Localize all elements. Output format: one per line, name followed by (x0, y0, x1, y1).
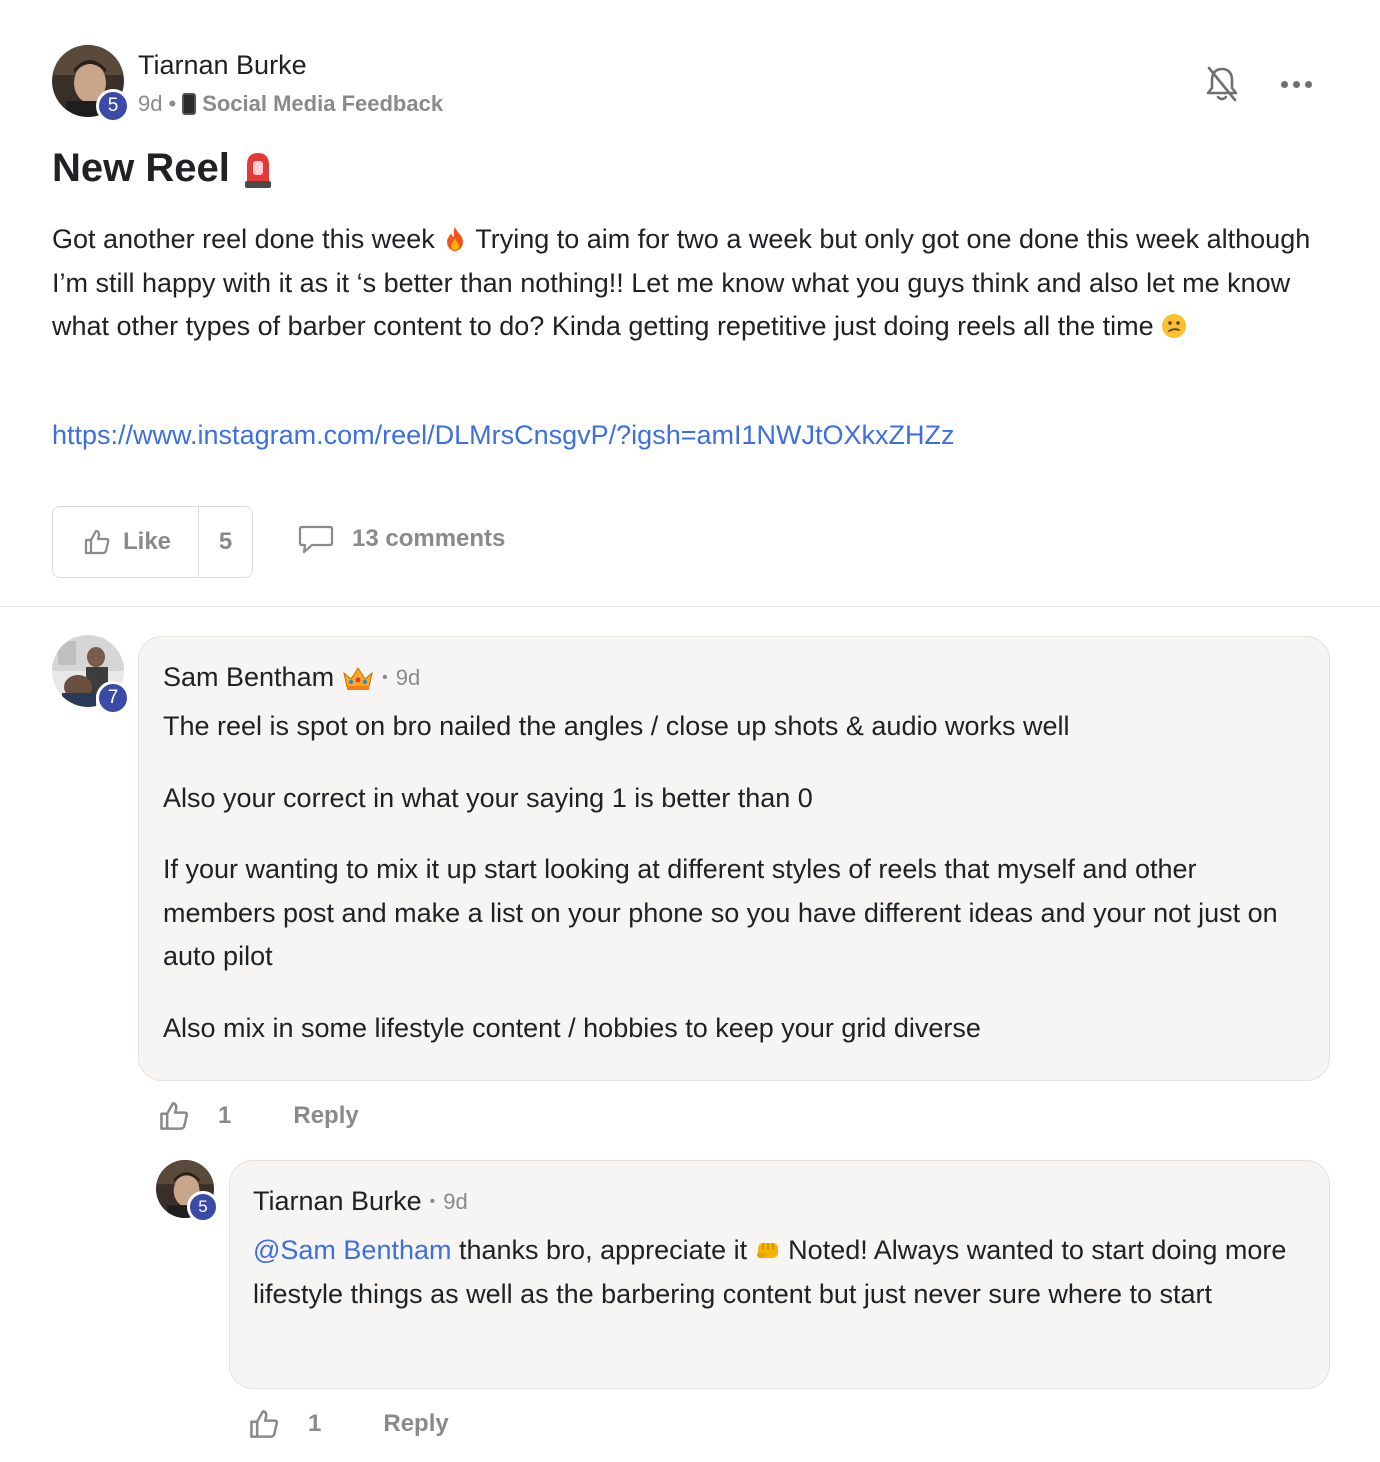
thumbs-up-icon[interactable] (158, 1100, 190, 1132)
post-title-text: New Reel (52, 146, 230, 190)
comments-count-label: 13 comments (352, 525, 506, 552)
confused-face-emoji (1162, 314, 1187, 338)
reply-button[interactable]: Reply (383, 1410, 448, 1438)
like-button[interactable]: Like (53, 507, 199, 577)
comment-header: Sam Bentham • 9d (163, 662, 420, 693)
reply-text: @Sam Bentham thanks bro, appreciate it N… (253, 1229, 1313, 1316)
crown-emoji (343, 666, 373, 690)
reply-like-count: 1 (308, 1410, 322, 1437)
post-body: Got another reel done this week Trying t… (52, 218, 1322, 349)
instagram-link[interactable]: https://www.instagram.com/reel/DLMrsCnsg… (52, 420, 954, 451)
comment-author[interactable]: Sam Bentham (163, 662, 334, 693)
post-author-name[interactable]: Tiarnan Burke (138, 50, 307, 81)
post-divider (0, 606, 1380, 607)
post-age: 9d (138, 91, 163, 116)
comment-paragraph: Also your correct in what your saying 1 … (163, 782, 813, 813)
police-light-emoji (244, 152, 271, 188)
reply-text-part: thanks bro, appreciate it (451, 1235, 755, 1265)
like-label: Like (123, 528, 172, 555)
author-level-badge: 5 (96, 89, 130, 123)
post-meta: 9d • Social Media Feedback (138, 91, 443, 117)
bell-off-icon[interactable] (1204, 64, 1240, 104)
speech-bubble-icon (298, 525, 334, 554)
comment-age: 9d (395, 664, 421, 690)
reply-button[interactable]: Reply (293, 1102, 358, 1130)
reply-header: Tiarnan Burke • 9d (253, 1186, 468, 1217)
comment-paragraph: Also mix in some lifestyle content / hob… (163, 1012, 981, 1043)
thumbs-up-icon (84, 529, 110, 555)
mobile-phone-icon (182, 93, 197, 115)
comment-paragraph: If your wanting to mix it up start looki… (163, 854, 1278, 971)
reply-actions: 1 Reply (248, 1408, 449, 1440)
like-box: Like 5 (52, 506, 253, 578)
commenter-level-badge: 7 (96, 681, 130, 715)
reply-author-level-badge: 5 (187, 1191, 219, 1223)
more-horizontal-icon[interactable] (1276, 70, 1316, 98)
comment-text: The reel is spot on bro nailed the angle… (163, 705, 1303, 1050)
thumbs-up-icon[interactable] (248, 1408, 280, 1440)
reply-author[interactable]: Tiarnan Burke (253, 1186, 422, 1217)
comments-button[interactable]: 13 comments (298, 523, 505, 555)
mention-link[interactable]: @Sam Bentham (253, 1235, 452, 1265)
meta-separator: • (168, 91, 177, 116)
comment-like-count: 1 (218, 1102, 232, 1129)
oncoming-fist-emoji (756, 1243, 778, 1258)
post-body-text: Got another reel done this week (52, 224, 443, 254)
reply-separator: • (429, 1192, 436, 1210)
post-title: New Reel (52, 146, 274, 191)
like-count[interactable]: 5 (199, 528, 252, 556)
comment-actions: 1 Reply (158, 1100, 359, 1132)
reply-age: 9d (443, 1188, 468, 1214)
post-category[interactable]: Social Media Feedback (202, 91, 443, 117)
comment-separator: • (382, 668, 388, 686)
fire-emoji (447, 227, 464, 251)
comment-paragraph: The reel is spot on bro nailed the angle… (163, 711, 1070, 741)
